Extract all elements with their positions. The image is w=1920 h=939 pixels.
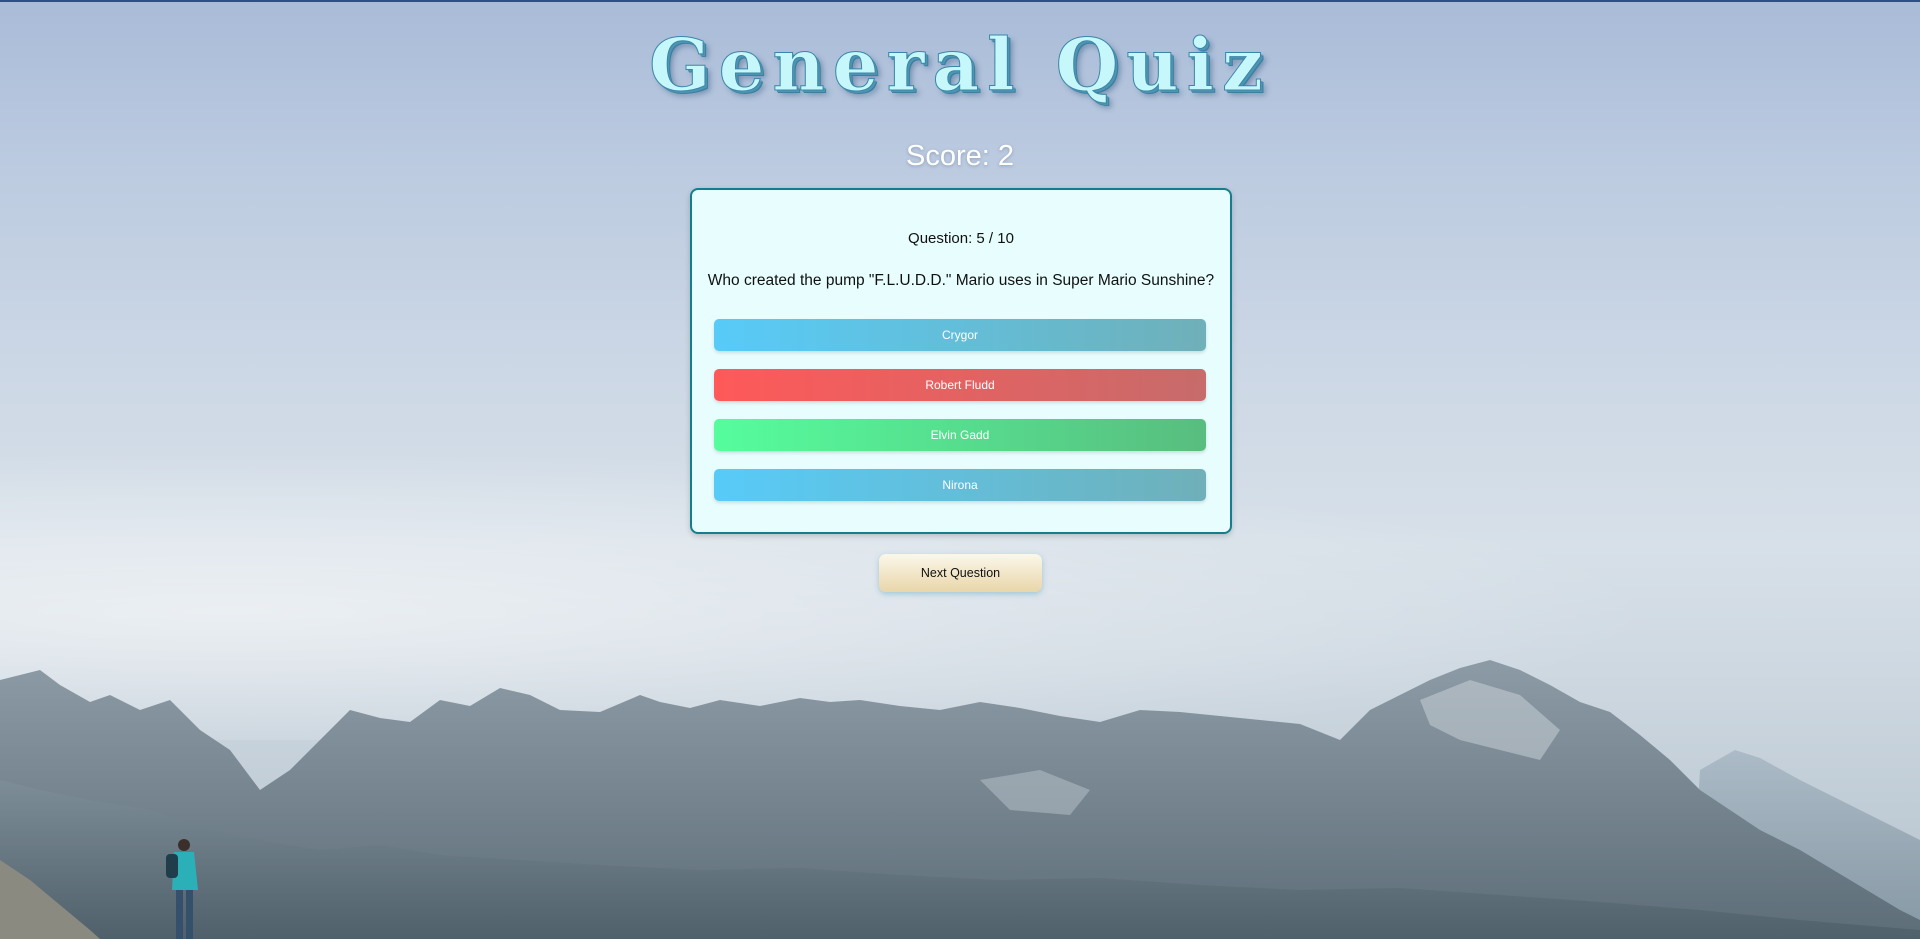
mountain-background [0, 660, 1920, 939]
question-text: Who created the pump "F.L.U.D.D." Mario … [707, 272, 1215, 289]
answer-button-nirona[interactable]: Nirona [714, 469, 1206, 501]
answer-list: Crygor Robert Fludd Elvin Gadd Nirona [714, 319, 1206, 519]
question-counter: Question: 5 / 10 [908, 230, 1014, 247]
score-display: Score: 2 [906, 140, 1014, 172]
next-question-button[interactable]: Next Question [879, 554, 1042, 592]
top-border [0, 0, 1920, 2]
answer-button-crygor[interactable]: Crygor [714, 319, 1206, 351]
answer-button-elvin-gadd[interactable]: Elvin Gadd [714, 419, 1206, 451]
answer-button-robert-fludd[interactable]: Robert Fludd [714, 369, 1206, 401]
question-card: Question: 5 / 10 Who created the pump "F… [690, 188, 1232, 534]
quiz-title: General Quiz [649, 22, 1271, 108]
